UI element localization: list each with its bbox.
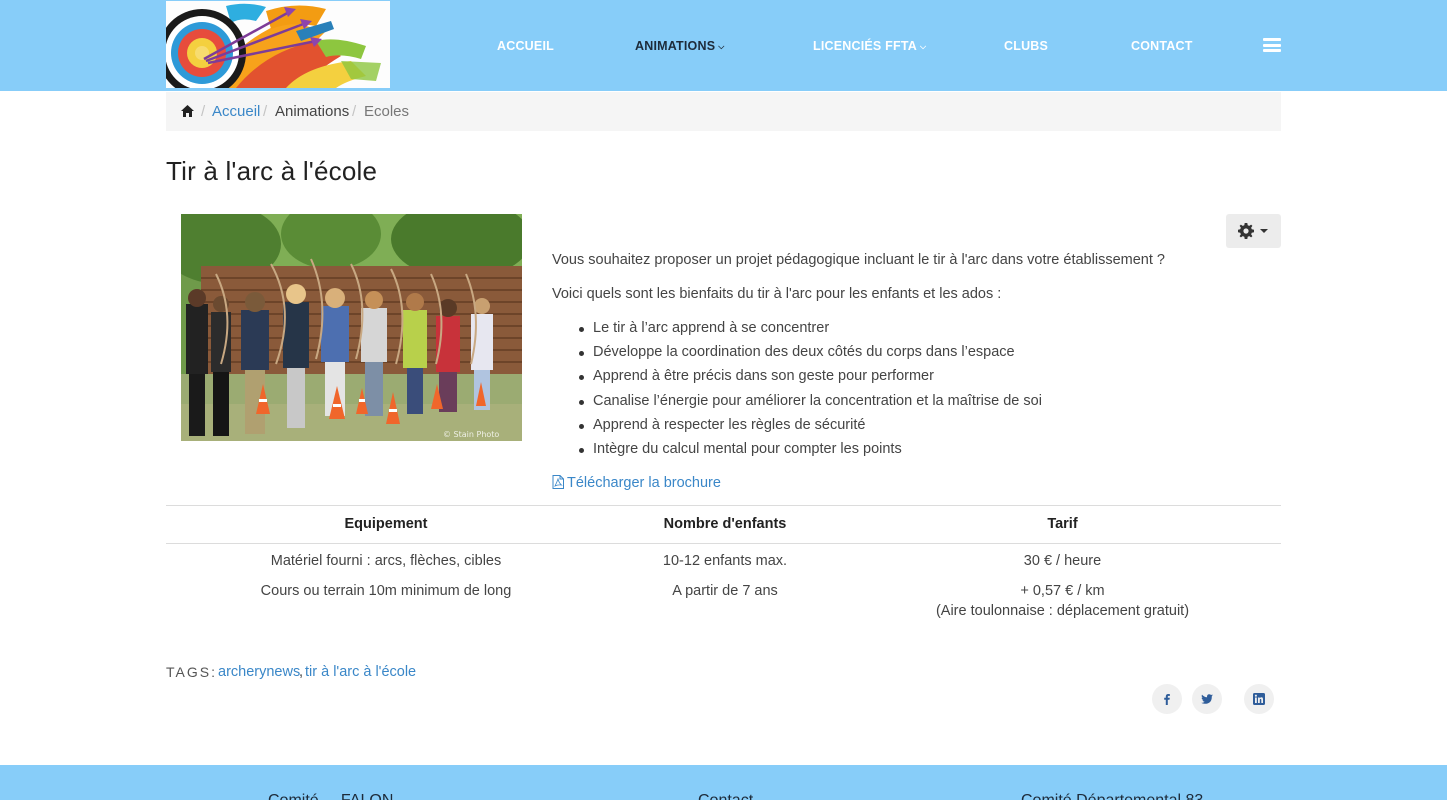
footer-heading: Comité Départemental 83 [1021,792,1203,800]
table-cell: Cours ou terrain 10m minimum de long [260,583,512,599]
caret-down-icon [1260,229,1268,233]
tags-label: TAGS: [166,664,217,680]
home-icon[interactable] [181,105,194,117]
benefits-intro: Voici quels sont les bienfaits du tir à … [552,286,1002,302]
linkedin-icon [1253,693,1265,705]
nav-clubs[interactable]: CLUBS [1004,39,1048,53]
chevron-down-icon: ⌵ [718,42,725,51]
table-cell: A partir de 7 ans [672,583,778,599]
table-cell-note: (Aire toulonnaise : déplacement gratuit) [935,603,1190,619]
list-item: Le tir à l’arc apprend à se concentrer [579,320,1042,344]
nav-accueil[interactable]: ACCUEIL [497,39,554,53]
benefits-list: Le tir à l’arc apprend à se concentrer D… [579,320,1042,465]
table-header-border [166,543,1281,544]
list-item: Développe la coordination des deux côtés… [579,344,1042,368]
table-cell: + 0,57 € / km [1020,583,1105,599]
twitter-icon [1201,694,1213,704]
table-top-border [166,505,1281,506]
table-header-nombre-enfants: Nombre d'enfants [663,516,787,532]
tag-link[interactable]: tir à l'arc à l'école [305,664,416,680]
download-brochure-label: Télécharger la brochure [567,475,721,491]
intro-paragraph: Vous souhaitez proposer un projet pédago… [552,252,1165,268]
facebook-icon [1164,694,1170,705]
footer-heading: Comité ... FALON [268,792,393,800]
gear-icon [1238,223,1254,239]
share-facebook-button[interactable] [1152,684,1182,714]
site-logo[interactable] [166,1,390,88]
archery-target-logo [166,1,390,88]
breadcrumb-separator: / [201,103,206,120]
pdf-file-icon [552,475,564,489]
nav-licencies-label: LICENCIÉS FFTA [813,39,917,53]
share-twitter-button[interactable] [1192,684,1222,714]
breadcrumb-separator: / [352,103,357,120]
table-cell: 10-12 enfants max. [662,553,788,569]
nav-clubs-label: CLUBS [1004,39,1049,53]
table-cell: 30 € / heure [1023,553,1102,569]
breadcrumb-animations[interactable]: Animations [275,103,349,120]
table-cell: Matériel fourni : arcs, flèches, cibles [270,553,502,569]
article-tools-button[interactable] [1226,214,1281,248]
chevron-down-icon: ⌵ [919,42,927,51]
article-photo: © Stain Photo [181,214,522,441]
nav-contact[interactable]: CONTACT [1131,39,1193,53]
nav-animations[interactable]: ANIMATIONS ⌵ [635,39,725,53]
download-brochure-link[interactable]: Télécharger la brochure [552,475,721,491]
tag-link[interactable]: archerynews [218,664,300,680]
nav-contact-label: CONTACT [1131,39,1193,53]
hamburger-icon[interactable] [1263,38,1281,52]
nav-licencies-ffta[interactable]: LICENCIÉS FFTA ⌵ [813,39,926,53]
footer-heading: Contact [698,792,753,800]
tag-separator: , [299,664,304,680]
share-linkedin-button[interactable] [1244,684,1274,714]
site-footer: Comité ... FALON Contact Comité Départem… [0,765,1447,800]
list-item: Apprend à être précis dans son geste pou… [579,368,1042,392]
nav-animations-label: ANIMATIONS [635,39,716,53]
breadcrumb: / Accueil / Animations / Ecoles [166,92,1281,131]
page-title: Tir à l'arc à l'école [166,156,378,186]
nav-accueil-label: ACCUEIL [497,39,554,53]
table-header-tarif: Tarif [1047,516,1078,532]
breadcrumb-accueil[interactable]: Accueil [212,103,260,120]
table-header-equipement: Equipement [344,516,428,532]
site-header: ACCUEIL ANIMATIONS ⌵ LICENCIÉS FFTA ⌵ CLUB… [0,0,1447,91]
list-item: Canalise l’énergie pour améliorer la con… [579,393,1042,417]
photo-credit: © Stain Photo [443,430,499,439]
breadcrumb-separator: / [263,103,268,120]
children-archery-photo: © Stain Photo [181,214,522,441]
list-item: Intègre du calcul mental pour compter le… [579,441,1042,465]
list-item: Apprend à respecter les règles de sécuri… [579,417,1042,441]
breadcrumb-current: Ecoles [364,103,410,120]
